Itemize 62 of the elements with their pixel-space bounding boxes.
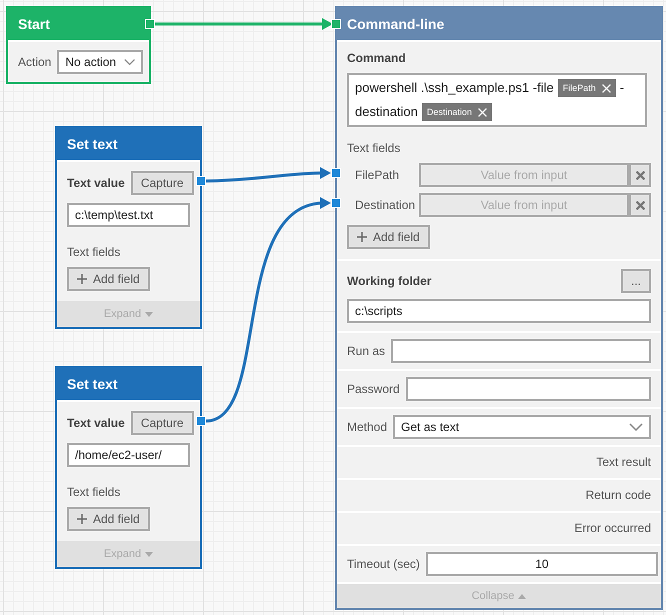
browse-button[interactable]: ... <box>621 269 651 293</box>
timeout-label: Timeout (sec) <box>347 557 420 571</box>
action-select[interactable]: No action <box>57 50 144 74</box>
capture-button[interactable]: Capture <box>130 171 194 195</box>
capture-button[interactable]: Capture <box>130 411 194 435</box>
start-node[interactable]: Start Action No action <box>6 6 151 84</box>
node-title: Start <box>18 16 50 32</box>
working-folder-field[interactable]: c:\scripts <box>347 299 651 323</box>
add-field-button[interactable]: Add field <box>347 225 430 249</box>
command-text: destination <box>355 103 418 121</box>
method-label: Method <box>347 420 388 434</box>
remove-icon <box>602 84 611 92</box>
field-name: FilePath <box>354 168 400 182</box>
remove-field-button[interactable] <box>629 163 651 187</box>
input-port-icon[interactable] <box>331 168 341 178</box>
run-as-label: Run as <box>347 344 386 358</box>
close-icon <box>636 170 644 180</box>
run-as-field[interactable] <box>391 339 651 363</box>
text-fields-label: Text fields <box>67 245 122 259</box>
input-port-icon[interactable] <box>331 19 341 29</box>
caret-icon <box>518 594 526 598</box>
node-title: Set text <box>67 136 118 152</box>
timeout-field[interactable]: 10 <box>426 552 658 576</box>
variable-tag[interactable]: FilePath <box>558 79 616 97</box>
plus-icon <box>77 514 87 524</box>
plus-icon <box>357 232 367 242</box>
node-title: Set text <box>67 376 118 392</box>
chevron-down-icon <box>124 58 136 66</box>
text-value-label: Text value <box>67 416 125 430</box>
input-port-icon[interactable] <box>331 198 341 208</box>
action-label: Action <box>18 55 52 69</box>
caret-icon <box>145 312 154 316</box>
password-label: Password <box>347 382 400 396</box>
command-text: - <box>620 79 624 97</box>
field-name: Destination <box>354 198 413 212</box>
variable-tag[interactable]: Destination <box>422 103 492 121</box>
node-title: Command-line <box>347 16 444 32</box>
output-label: Error occurred <box>574 521 651 536</box>
chevron-down-icon <box>629 423 643 431</box>
command-field[interactable]: powershell .\ssh_example.ps1 -file FilePath - destination Destination <box>347 73 647 127</box>
working-folder-label: Working folder <box>347 274 432 288</box>
add-field-button[interactable]: Add field <box>67 507 150 531</box>
output-port-icon[interactable] <box>196 176 206 186</box>
method-select[interactable]: Get as text <box>393 415 651 439</box>
output-port-icon[interactable] <box>196 416 206 426</box>
plus-icon <box>77 274 87 284</box>
command-label: Command <box>347 51 407 65</box>
output-port-icon[interactable] <box>145 19 155 29</box>
output-label: Text result <box>596 455 651 470</box>
remove-icon <box>478 108 487 116</box>
close-icon <box>636 200 644 210</box>
caret-icon <box>145 552 154 556</box>
add-field-button[interactable]: Add field <box>67 267 150 291</box>
command-text: powershell .\ssh_example.ps1 -file <box>355 79 554 97</box>
text-value-field[interactable]: /home/ec2-user/ <box>67 443 190 467</box>
output-label: Return code <box>586 488 651 503</box>
text-value-field[interactable]: c:\temp\test.txt <box>67 203 190 227</box>
password-field[interactable] <box>406 377 651 401</box>
text-fields-label: Text fields <box>347 141 402 155</box>
text-value-label: Text value <box>67 176 125 190</box>
text-fields-label: Text fields <box>67 485 122 499</box>
remove-field-button[interactable] <box>629 193 651 217</box>
